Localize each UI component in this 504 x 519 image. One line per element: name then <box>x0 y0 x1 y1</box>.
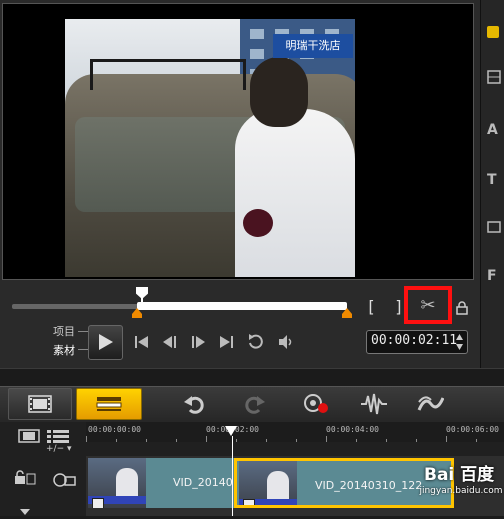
next-frame-button[interactable] <box>188 332 208 352</box>
redo-icon <box>245 396 265 414</box>
video-preview: 明瑞干洗店 <box>2 3 474 280</box>
play-icon <box>99 334 113 350</box>
ruler-label: 00:00:06:00 <box>446 425 499 434</box>
filter-icon[interactable]: F <box>487 268 503 284</box>
cut-highlight-box <box>404 286 452 324</box>
undo-button[interactable] <box>182 392 206 416</box>
folder-icon[interactable] <box>487 26 499 38</box>
step-forward-icon <box>192 336 205 348</box>
redo-button[interactable] <box>243 392 267 416</box>
volume-button[interactable] <box>276 332 296 352</box>
playhead-line <box>232 436 233 516</box>
video-track-icon[interactable] <box>52 472 76 488</box>
mode-connector-line <box>78 349 88 350</box>
mode-connector-line <box>78 331 88 332</box>
ruler-label: 00:00:04:00 <box>326 425 379 434</box>
title-icon[interactable]: T <box>487 172 503 188</box>
go-to-start-button[interactable] <box>132 332 152 352</box>
film-track-icon[interactable] <box>18 428 40 443</box>
undo-icon <box>184 396 204 414</box>
watermark-url: jingyan.baidu.com <box>419 486 503 496</box>
timeline-ruler[interactable]: 00:00:00:00 00:00:02:00 00:00:04:00 00:0… <box>86 422 504 442</box>
speaker-icon <box>279 335 292 349</box>
video-clip[interactable]: VID_20140 <box>88 458 234 508</box>
chevron-down-icon[interactable] <box>20 500 30 515</box>
grid-icon[interactable] <box>487 70 503 86</box>
music-wave-icon <box>417 396 445 411</box>
skip-to-end-icon <box>220 336 233 348</box>
video-track-header <box>0 456 87 516</box>
timecode-value: 00:00:02:11 <box>371 333 458 348</box>
timecode-stepper-icon <box>456 334 463 350</box>
record-icon <box>304 394 328 413</box>
track-lock-icon[interactable] <box>14 470 36 486</box>
clip-name: VID_20140 <box>173 476 233 489</box>
audio-icon <box>243 499 255 505</box>
timecode-field[interactable]: 00:00:02:11 <box>366 330 468 354</box>
lock-icon[interactable] <box>456 300 468 315</box>
baidu-logo: Bai 百度 <box>424 465 495 485</box>
zoom-stepper[interactable]: +/− ▾ <box>46 444 82 454</box>
timeline-view-button[interactable] <box>76 388 142 420</box>
skip-to-start-icon <box>135 336 148 348</box>
repeat-button[interactable] <box>246 332 266 352</box>
step-back-icon <box>163 336 176 348</box>
go-to-end-button[interactable] <box>216 332 236 352</box>
repeat-icon <box>249 334 263 349</box>
audio-icon <box>92 498 104 508</box>
project-mode-label[interactable]: 项目 <box>53 323 75 339</box>
sound-mixer-button[interactable] <box>360 392 388 416</box>
timeline-icon <box>96 397 122 411</box>
shop-sign: 明瑞干洗店 <box>273 34 353 58</box>
mark-in-button[interactable]: [ <box>365 298 377 316</box>
auto-music-button[interactable] <box>416 392 445 416</box>
storyboard-view-button[interactable] <box>8 388 72 420</box>
baidu-watermark: Bai 百度 jingyan.baidu.com <box>418 458 504 516</box>
transition-icon[interactable] <box>487 220 503 236</box>
trim-range <box>137 302 347 310</box>
side-panel-strip: A T F <box>481 0 504 368</box>
record-capture-button[interactable] <box>302 392 330 416</box>
previous-frame-button[interactable] <box>160 332 180 352</box>
filmstrip-icon <box>28 395 52 413</box>
play-button[interactable] <box>88 325 123 360</box>
waveform-icon <box>361 393 387 415</box>
clip-mode-label[interactable]: 素材 <box>53 342 75 358</box>
ruler-label: 00:00:00:00 <box>88 425 141 434</box>
track-manager-icon[interactable] <box>46 428 70 443</box>
clip-name: VID_20140310_122 <box>315 479 423 492</box>
text-icon[interactable]: A <box>487 122 503 138</box>
